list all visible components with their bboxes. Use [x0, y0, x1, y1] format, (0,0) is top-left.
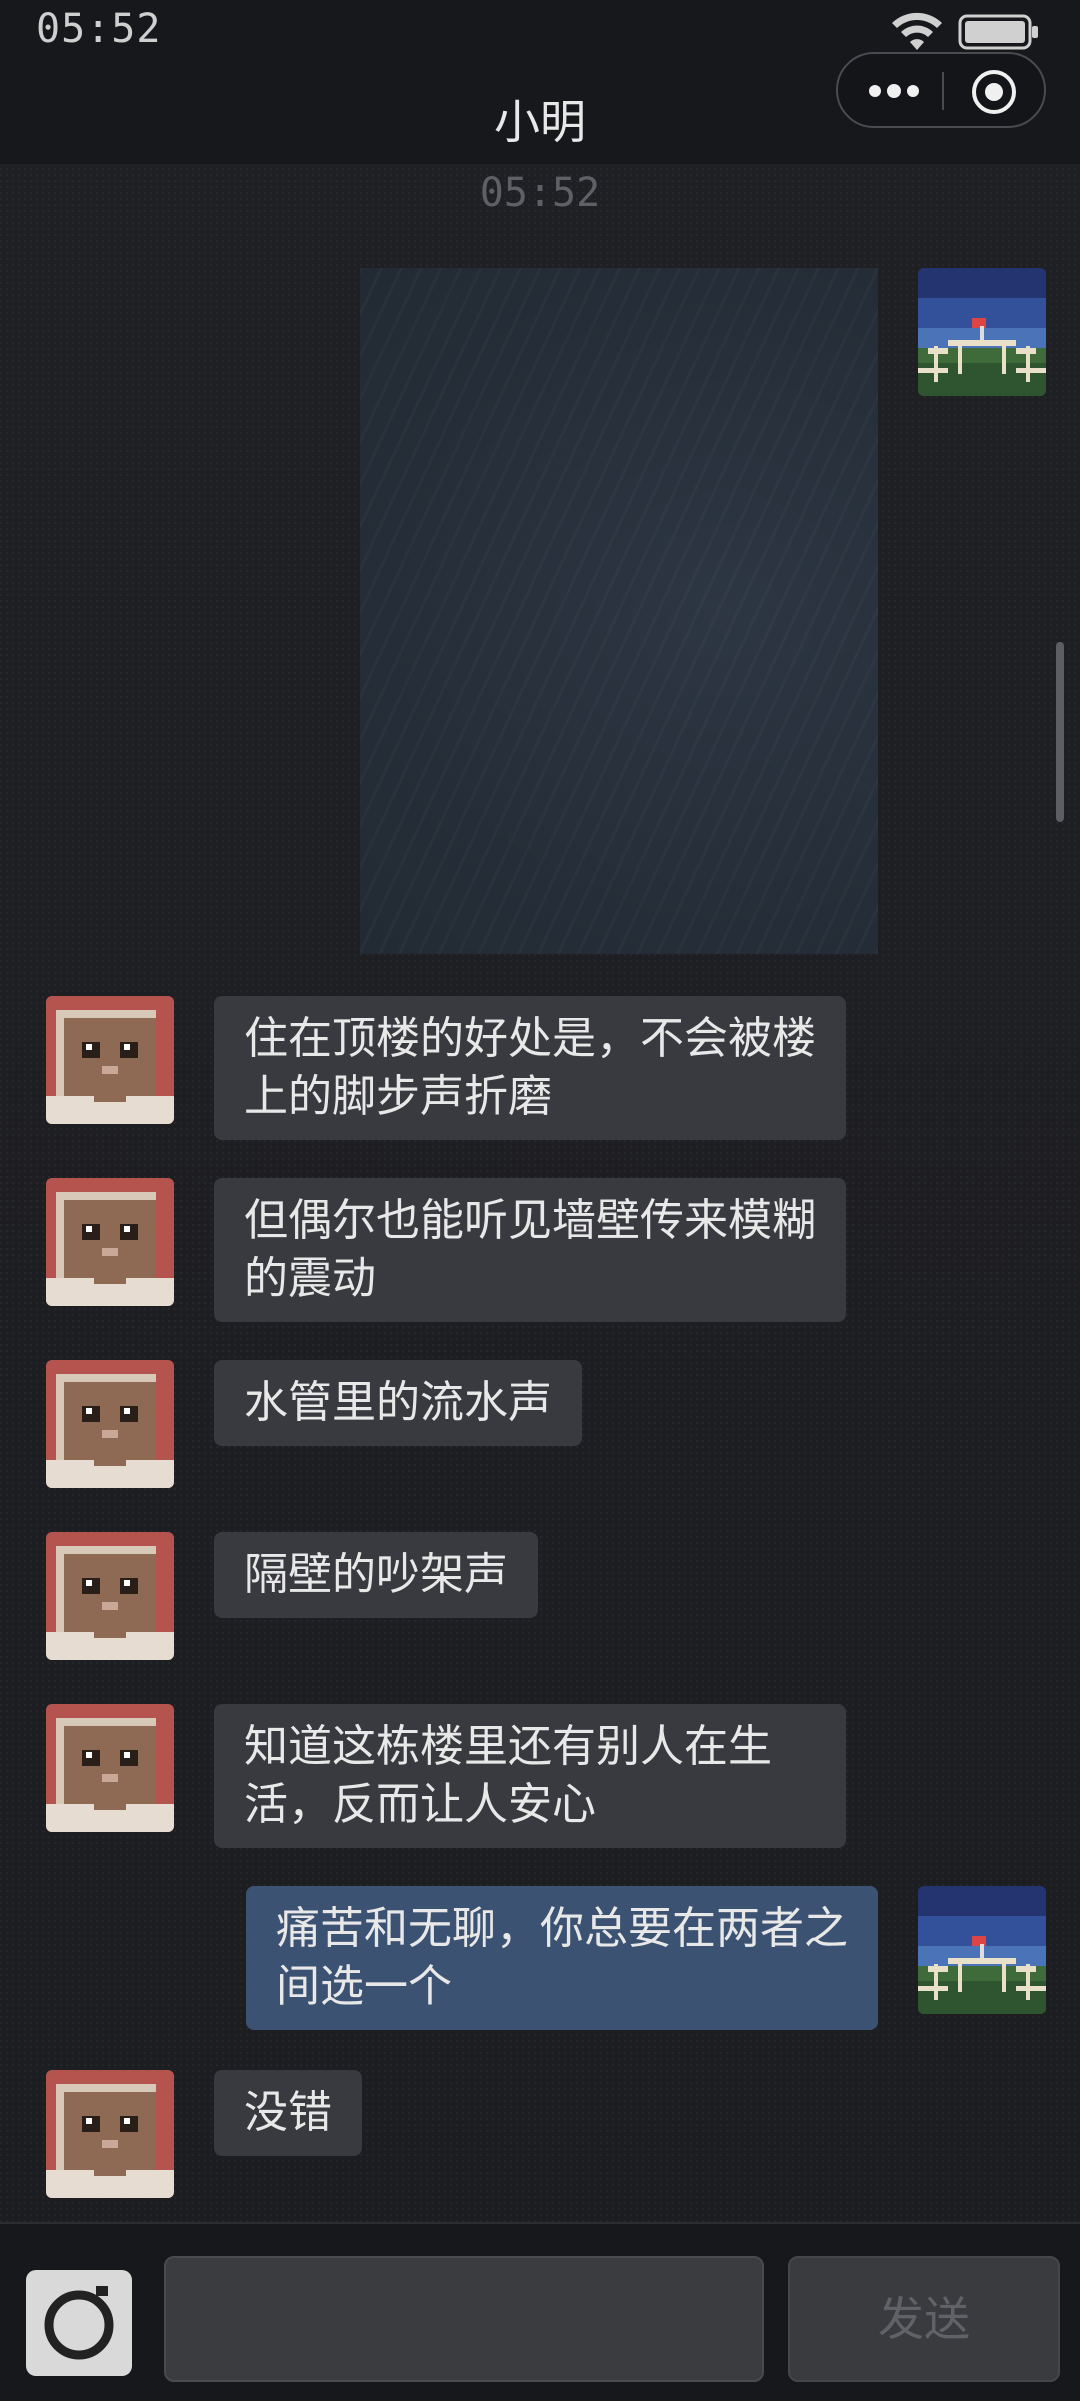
camera-button[interactable]: [26, 2270, 132, 2376]
avatar[interactable]: [46, 1532, 174, 1660]
chat-timestamp: 05:52: [479, 170, 601, 216]
message-bubble: 住在顶楼的好处是，不会被楼上的脚步声折磨: [214, 996, 846, 1140]
chat-screen: 05:52 小明 05:52 住在顶楼的好处是，不会被楼上的脚步声折磨 但偶尔也…: [0, 0, 1080, 2401]
cat-avatar-icon: [46, 1704, 174, 1832]
target-circle-icon[interactable]: [970, 68, 1018, 116]
self-avatar-icon: [918, 268, 1046, 396]
avatar[interactable]: [46, 1704, 174, 1832]
message-bubble-self: 痛苦和无聊，你总要在两者之间选一个: [246, 1886, 878, 2030]
avatar[interactable]: [918, 268, 1046, 396]
message-bubble: 知道这栋楼里还有别人在生活，反而让人安心: [214, 1704, 846, 1848]
status-bar: 05:52: [0, 0, 1080, 60]
camera-icon: [44, 2286, 114, 2360]
status-time: 05:52: [36, 6, 162, 52]
battery-icon: [958, 14, 1038, 50]
cat-avatar-icon: [46, 2070, 174, 2198]
scrollbar-thumb[interactable]: [1056, 642, 1064, 822]
avatar[interactable]: [46, 996, 174, 1124]
avatar[interactable]: [46, 1178, 174, 1306]
self-avatar-icon: [918, 1886, 1046, 2014]
cat-avatar-icon: [46, 1360, 174, 1488]
cat-avatar-icon: [46, 996, 174, 1124]
message-bubble: 没错: [214, 2070, 362, 2156]
message-bubble: 水管里的流水声: [214, 1360, 582, 1446]
image-message[interactable]: [360, 268, 878, 954]
capsule-divider: [942, 72, 944, 110]
wifi-icon: [892, 12, 942, 50]
input-bar: 发送: [0, 2222, 1080, 2401]
avatar[interactable]: [46, 1360, 174, 1488]
message-input[interactable]: [164, 2256, 764, 2382]
more-dots-icon[interactable]: [866, 78, 922, 104]
send-button[interactable]: 发送: [788, 2256, 1060, 2382]
cat-avatar-icon: [46, 1178, 174, 1306]
avatar[interactable]: [918, 1886, 1046, 2014]
message-bubble: 但偶尔也能听见墙壁传来模糊的震动: [214, 1178, 846, 1322]
message-bubble: 隔壁的吵架声: [214, 1532, 538, 1618]
cat-avatar-icon: [46, 1532, 174, 1660]
mini-program-capsule: [836, 52, 1046, 128]
avatar[interactable]: [46, 2070, 174, 2198]
